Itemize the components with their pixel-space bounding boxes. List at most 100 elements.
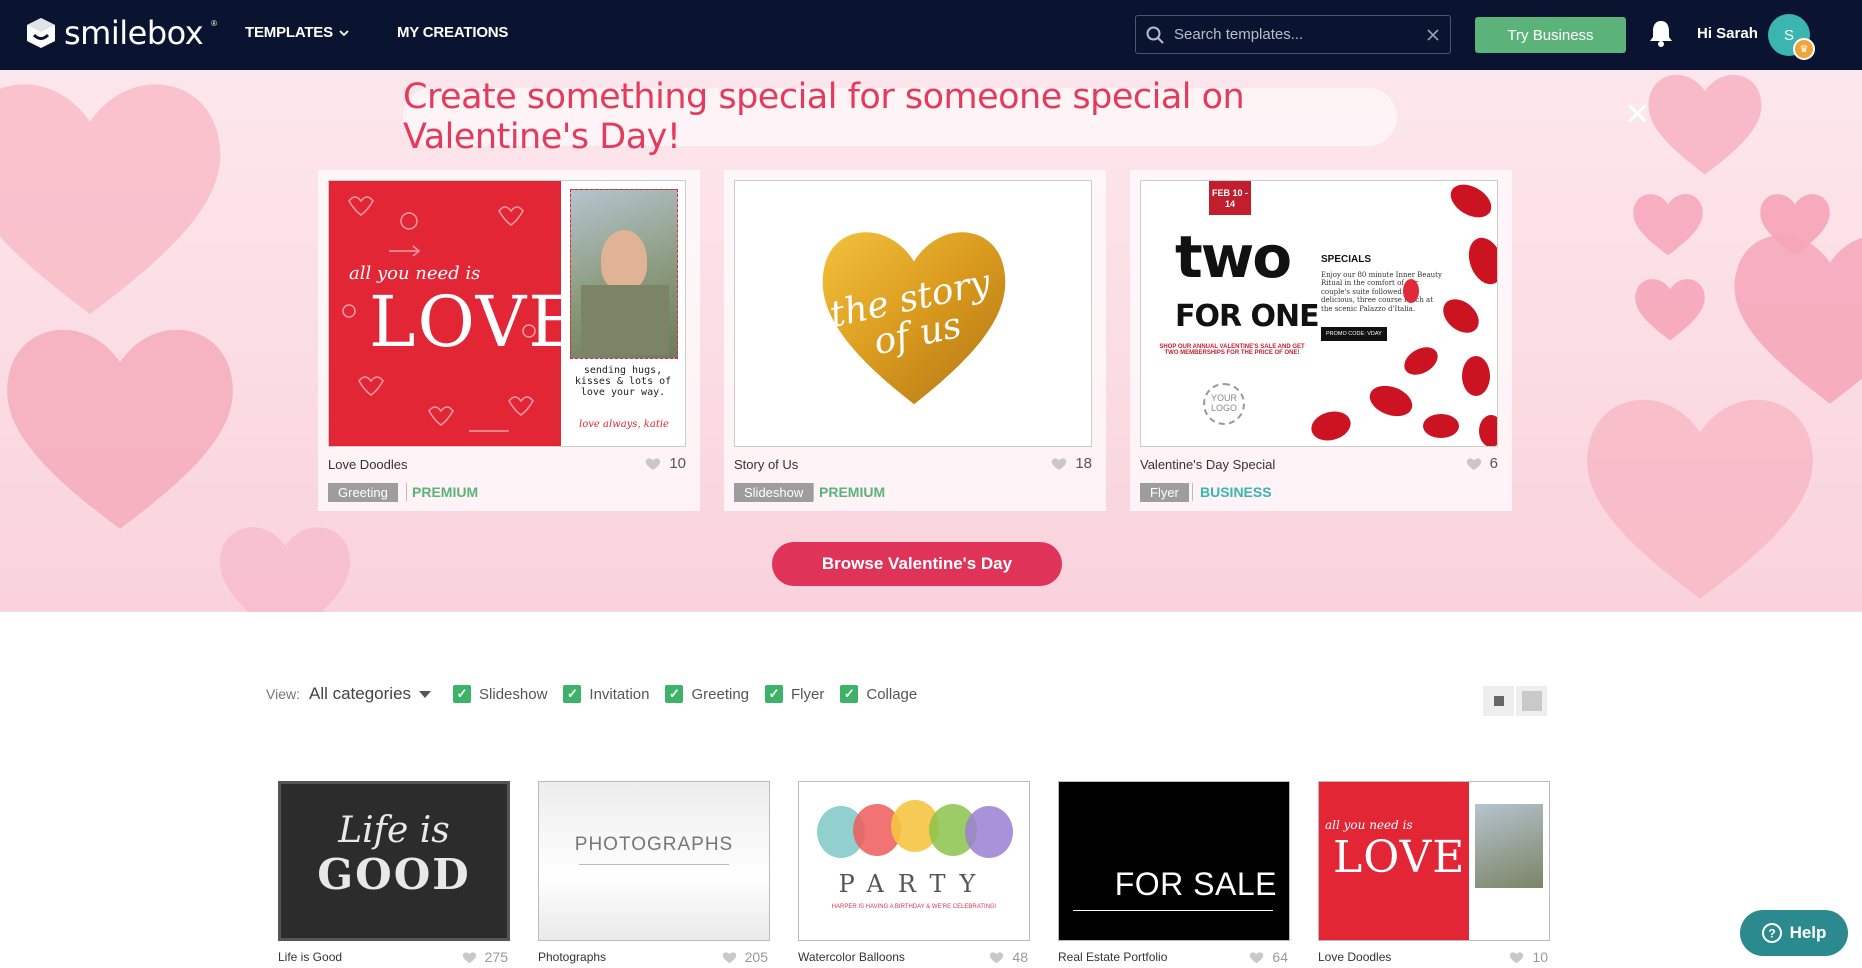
close-banner-icon[interactable]: ✕ [1624,98,1651,130]
card-thumbnail[interactable]: FEB 10 - 14 two FOR ONE SHOP OUR ANNUAL … [1140,180,1498,447]
category-badge: Greeting [328,483,398,502]
checkbox-checked-icon[interactable]: ✓ [765,685,784,703]
my-creations-link[interactable]: MY CREATIONS [397,24,508,41]
card-title[interactable]: Life is Good [278,950,342,964]
large-grid-toggle[interactable] [1516,686,1547,716]
browse-valentines-button[interactable]: Browse Valentine's Day [772,542,1062,586]
likes-count: 48 [1012,949,1028,965]
couple-photo [570,189,678,359]
heart-icon [1052,457,1067,470]
template-card-photographs[interactable]: PHOTOGRAPHS Photographs 205 [538,781,770,965]
card-thumbnail[interactable]: Life is GOOD [278,781,510,941]
flyer-two: two [1175,223,1292,291]
chalk-life-is: Life is [338,810,450,851]
tier-label: BUSINESS [1200,484,1272,500]
love-doodles-right-panel [1469,782,1549,940]
hero-title-pill: Create something special for someone spe… [403,77,1397,157]
flyer-sale-text: SHOP OUR ANNUAL VALENTINE'S SALE AND GET… [1159,344,1305,356]
card-thumbnail[interactable]: all you need is LOVE sending hugs, kisse… [328,180,686,447]
filter-slideshow[interactable]: ✓ Slideshow [453,685,547,703]
likes-count: 275 [484,949,508,965]
featured-card-story-of-us[interactable]: the story of us Story of Us 18 Slideshow… [724,170,1106,511]
badge-divider [1192,483,1193,501]
decorative-heart-icon [1587,399,1813,599]
small-grid-icon [1493,696,1504,706]
checkbox-checked-icon[interactable]: ✓ [840,685,859,703]
svg-text:?: ? [1768,927,1775,941]
try-business-button[interactable]: Try Business [1475,17,1626,53]
chevron-down-icon [339,29,349,36]
likes-count: 10 [669,455,686,472]
tier-label: PREMIUM [819,484,886,500]
likes-count: 205 [744,949,768,965]
filter-invitation[interactable]: ✓ Invitation [563,685,649,703]
card-thumbnail[interactable]: FOR SALE [1058,781,1290,941]
love-doodles-big: LOVE [1333,832,1466,883]
filter-collage[interactable]: ✓ Collage [840,685,917,703]
card-title[interactable]: Valentine's Day Special [1140,457,1275,472]
category-select[interactable]: All categories [309,684,411,704]
card-likes[interactable]: 6 [1466,455,1498,472]
love-doodles-tagline: all you need is [1325,818,1413,832]
decorative-heart-icon [1633,194,1703,256]
valentines-hero-banner: Create something special for someone spe… [0,70,1862,612]
small-grid-toggle[interactable] [1483,686,1514,716]
template-card-love-doodles[interactable]: all you need is LOVE Love Doodles 10 [1318,781,1550,965]
card-title[interactable]: Real Estate Portfolio [1058,950,1167,964]
template-card-life-is-good[interactable]: Life is GOOD Life is Good 275 [278,781,510,965]
card-title[interactable]: Photographs [538,950,606,964]
card-thumbnail[interactable]: PARTY HARPER IS HAVING A BIRTHDAY & WE'R… [798,781,1030,941]
likes-count: 6 [1489,455,1498,472]
card-likes[interactable]: 275 [462,949,508,965]
template-card-real-estate-portfolio[interactable]: FOR SALE Real Estate Portfolio 64 [1058,781,1290,965]
clear-search-icon[interactable] [1426,28,1440,42]
category-badge: Flyer [1140,483,1189,502]
card-thumbnail[interactable]: the story of us [734,180,1092,447]
checkbox-checked-icon[interactable]: ✓ [453,685,472,703]
decorative-heart-icon [219,527,351,612]
checkbox-checked-icon[interactable]: ✓ [665,685,684,703]
view-label: View: [266,686,300,702]
card-likes[interactable]: 18 [1051,455,1092,472]
balloons-icon [817,800,1013,858]
checkbox-checked-icon[interactable]: ✓ [563,685,582,703]
card-title[interactable]: Story of Us [734,457,798,472]
card-thumbnail[interactable]: all you need is LOVE [1318,781,1550,941]
templates-menu[interactable]: TEMPLATES [245,24,349,41]
photographs-rule [579,864,729,865]
love-doodles-signature: love always, katie [579,419,669,430]
smilebox-logo[interactable]: smilebox ® [26,14,217,52]
featured-card-valentines-special[interactable]: FEB 10 - 14 two FOR ONE SHOP OUR ANNUAL … [1130,170,1512,511]
card-likes[interactable]: 10 [645,455,686,472]
card-likes[interactable]: 10 [1509,949,1548,965]
card-thumbnail[interactable]: PHOTOGRAPHS [538,781,770,941]
card-likes[interactable]: 64 [1249,949,1288,965]
heart-icon [722,951,736,963]
for-sale-text: FOR SALE [1114,866,1277,902]
love-doodles-message: sending hugs, kisses & lots of love your… [574,365,672,398]
flyer-date-badge: FEB 10 - 14 [1209,181,1251,215]
filter-label: Invitation [589,685,650,703]
caret-down-icon[interactable] [419,690,432,698]
help-button[interactable]: ? Help [1740,910,1848,956]
card-title[interactable]: Love Doodles [1318,950,1391,964]
card-title[interactable]: Watercolor Balloons [798,950,905,964]
badge-divider [813,483,814,501]
for-sale-rule [1073,910,1273,911]
search-input[interactable] [1174,26,1426,43]
card-likes[interactable]: 48 [989,949,1028,965]
bell-icon[interactable] [1648,18,1674,48]
featured-card-love-doodles[interactable]: all you need is LOVE sending hugs, kisse… [318,170,700,511]
filter-flyer[interactable]: ✓ Flyer [765,685,824,703]
photographs-heading: PHOTOGRAPHS [574,834,734,855]
user-greeting[interactable]: Hi Sarah [1697,25,1758,42]
card-title[interactable]: Love Doodles [328,457,408,472]
crown-icon: ♛ [1793,38,1815,60]
template-card-watercolor-balloons[interactable]: PARTY HARPER IS HAVING A BIRTHDAY & WE'R… [798,781,1030,965]
heart-icon [1466,457,1481,470]
heart-icon [1250,951,1264,963]
your-logo-placeholder: YOUR LOGO [1203,383,1245,425]
heart-icon [462,951,476,963]
card-likes[interactable]: 205 [722,949,768,965]
filter-greeting[interactable]: ✓ Greeting [665,685,749,703]
